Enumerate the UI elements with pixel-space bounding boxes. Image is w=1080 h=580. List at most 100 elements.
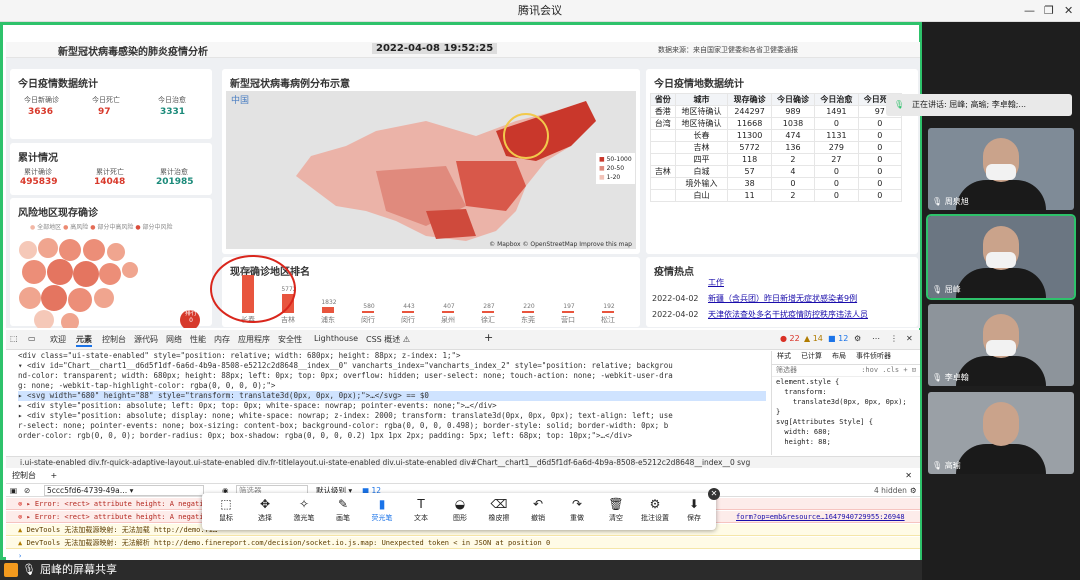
participant-video[interactable]: 🎙 屈峰 <box>926 214 1076 300</box>
devtools-tab[interactable]: 控制台 <box>102 334 126 345</box>
risk-bubble-cluster <box>19 238 200 328</box>
context-selector[interactable]: 5ccc5fd6-4739-49a… ▾ <box>44 485 204 496</box>
hot-news-item[interactable]: 工作 <box>652 275 914 291</box>
rank-bar[interactable] <box>482 311 494 313</box>
sidebar-toggle-icon[interactable]: ▣ <box>10 484 17 497</box>
hot-news-item[interactable]: 2022-04-02 天津依法查处多名干扰疫情防控秩序违法人员 <box>652 307 914 323</box>
styles-tab[interactable]: 已计算 <box>801 352 822 360</box>
undo-button[interactable]: ↶ 撤销 <box>520 497 556 523</box>
styles-tab[interactable]: 样式 <box>777 352 791 360</box>
shape-tool-button[interactable]: ◒ 图形 <box>442 497 478 523</box>
devtools-tab[interactable]: 网络 <box>166 334 182 345</box>
elements-line[interactable]: ▸ <div style="position: absolute; displa… <box>18 411 766 421</box>
console-warning-line[interactable]: ▲ DevTools 无法加载源映射: 无法解析 http://demo.fin… <box>6 537 920 549</box>
select-tool-button[interactable]: ✥ 选择 <box>247 497 283 523</box>
settings-gear-icon[interactable]: ⚙ <box>854 334 861 343</box>
add-tab-icon[interactable]: + <box>484 331 493 344</box>
devtools-tab[interactable]: 源代码 <box>134 334 158 345</box>
province-table-card: 今日疫情地数据统计 省份 城市 现存确诊 今日确诊 今日治愈 今日死亡 香港 地区待确认 24… <box>646 69 918 254</box>
rank-bar[interactable] <box>602 311 614 313</box>
elements-line[interactable]: nd-color: transparent; width: 680px; hei… <box>18 371 766 381</box>
clear-console-icon[interactable]: ⊘ <box>24 484 30 497</box>
map-view[interactable]: 中国 ■ 50-1000 ■ 20-50 ■ 1-20 © Mapbox © O… <box>226 91 636 249</box>
annotation-settings-button[interactable]: ⚙ 批注设置 <box>637 497 673 523</box>
dom-breadcrumbs[interactable]: i.ui-state-enabled div.fr-quick-adaptive… <box>6 456 920 468</box>
redo-button[interactable]: ↷ 重做 <box>559 497 595 523</box>
participant-video[interactable]: 🎙 高瑜 <box>928 392 1074 474</box>
rank-bar[interactable] <box>562 311 574 313</box>
clear-button[interactable]: 🗑 清空 <box>598 497 634 523</box>
close-drawer-icon[interactable]: ✕ <box>905 470 912 482</box>
info-count[interactable]: ■ 12 <box>828 334 848 343</box>
devtools-tab[interactable]: 元素 <box>76 334 92 347</box>
table-row[interactable]: 长春 11300 474 1131 0 <box>650 129 903 142</box>
more-icon[interactable]: ⋮ <box>890 334 898 343</box>
elements-line[interactable]: r-select: none; pointer-events: none; bo… <box>18 421 766 431</box>
table-row[interactable]: 吉林 5772 136 279 0 <box>650 141 903 154</box>
elements-tree[interactable]: <div class="ui-state-enabled" style="pos… <box>6 351 766 455</box>
elements-line[interactable]: ▾ <div id="Chart__chart1__d6d5f1df-6a6d-… <box>18 361 766 371</box>
devtools-tab[interactable]: 应用程序 <box>238 334 270 345</box>
participant-video[interactable]: 🎙 李卓翰 <box>928 304 1074 386</box>
device-toggle-icon[interactable]: ▭ <box>28 334 36 343</box>
table-cell: 136 <box>770 141 816 154</box>
rank-bar[interactable] <box>322 307 334 313</box>
laser-pointer-button[interactable]: ✧ 激光笔 <box>286 497 322 523</box>
console-settings-icon[interactable]: ⚙ <box>910 484 917 497</box>
elements-line[interactable]: <div class="ui-state-enabled" style="pos… <box>18 351 766 361</box>
devtools-tab[interactable]: Lighthouse <box>314 334 358 343</box>
customize-icon[interactable]: ⋯ <box>872 334 880 343</box>
devtools-tab[interactable]: CSS 概述 ⚠ <box>366 334 410 345</box>
participant-video[interactable]: 🎙 周泉旭 <box>928 128 1074 210</box>
devtools-tab[interactable]: 性能 <box>190 334 206 345</box>
table-row[interactable]: 境外输入 38 0 0 0 <box>650 177 903 190</box>
table-cell: 0 <box>857 141 903 154</box>
styles-rules: element.style { transform: translate3d(0… <box>772 377 920 447</box>
table-cell: 0 <box>857 165 903 178</box>
hot-news-link[interactable]: 工作 <box>708 278 724 287</box>
restore-icon[interactable]: ❐ <box>1044 0 1054 22</box>
eraser-button[interactable]: ⌫ 橡皮擦 <box>481 497 517 523</box>
rank-bar[interactable] <box>442 311 454 313</box>
console-tab[interactable]: 控制台 <box>12 471 36 480</box>
highlighter-button[interactable]: ▮ 荧光笔 <box>364 497 400 523</box>
devtools-tab[interactable]: 内存 <box>214 334 230 345</box>
styles-tab[interactable]: 事件侦听器 <box>856 352 891 360</box>
rank-bar[interactable] <box>362 311 374 313</box>
elements-line[interactable]: ▸ <div style="position: absolute; left: … <box>18 401 766 411</box>
text-tool-button[interactable]: T 文本 <box>403 497 439 523</box>
minimize-icon[interactable]: — <box>1024 0 1035 22</box>
save-button[interactable]: ⬇ 保存 <box>676 497 712 523</box>
table-cell: 989 <box>770 105 816 118</box>
close-window-icon[interactable]: ✕ <box>1064 0 1073 22</box>
rank-bar[interactable] <box>402 311 414 313</box>
mouse-tool-button[interactable]: ⬚ 鼠标 <box>208 497 244 523</box>
participant-body <box>956 444 1046 474</box>
error-count[interactable]: ● 22 <box>780 334 800 343</box>
devtools-tab[interactable]: 欢迎 <box>50 334 66 345</box>
cumulative-title: 累计情况 <box>18 153 58 164</box>
rank-bar[interactable] <box>522 311 534 313</box>
close-devtools-icon[interactable]: ✕ <box>906 334 913 343</box>
table-row[interactable]: 白山 11 2 0 0 <box>650 189 903 202</box>
elements-line[interactable]: g: none; -webkit-tap-highlight-color: rg… <box>18 381 766 391</box>
devtools-tab[interactable]: 安全性 <box>278 334 302 345</box>
hot-news-item[interactable]: 2022-04-02 新疆（含兵团）昨日新增无症状感染者9例 <box>652 291 914 307</box>
elements-line[interactable]: ▸ <svg width="680" height="88" style="tr… <box>18 391 766 401</box>
add-drawer-tab-icon[interactable]: + <box>51 471 58 480</box>
inspect-icon[interactable]: ⬚ <box>10 334 18 343</box>
table-row[interactable]: 吉林 白城 57 4 0 0 <box>650 165 903 178</box>
styles-tab[interactable]: 布局 <box>832 352 846 360</box>
table-row[interactable]: 香港 地区待确认 244297 989 1491 97 <box>650 105 903 118</box>
table-row[interactable]: 四平 118 2 27 0 <box>650 153 903 166</box>
toolbar-label: 橡皮擦 <box>488 514 510 522</box>
participant-name: 周泉旭 <box>944 197 969 206</box>
pen-tool-button[interactable]: ✎ 画笔 <box>325 497 361 523</box>
console-source-link[interactable]: form?op=emb&resource…1647940729955:26948 <box>736 511 905 522</box>
elements-line[interactable]: order-color: rgb(0, 0, 0); border-radius… <box>18 431 766 441</box>
hot-news-link[interactable]: 新疆（含兵团）昨日新增无症状感染者9例 <box>708 294 857 303</box>
hot-news-link[interactable]: 天津依法查处多名干扰疫情防控秩序违法人员 <box>708 310 868 319</box>
warning-count[interactable]: ▲ 14 <box>804 334 823 343</box>
styles-filter[interactable]: 筛选器 :hov .cls + ⊡ <box>772 365 920 377</box>
table-row[interactable]: 台湾 地区待确认 11668 1038 0 0 <box>650 117 903 130</box>
